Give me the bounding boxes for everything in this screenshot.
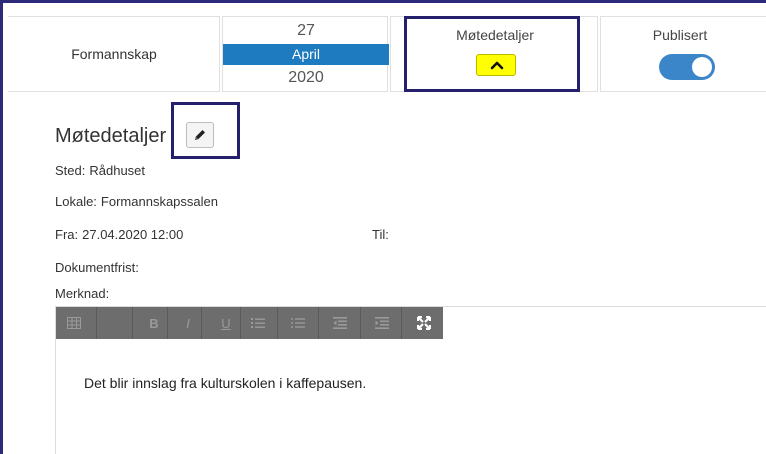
remark-field: Merknad: — [55, 286, 109, 301]
meeting-details-cell: Møtedetaljer — [390, 16, 598, 92]
room-label: Lokale: — [55, 194, 97, 209]
italic-icon[interactable]: I — [176, 307, 200, 339]
window-left-border — [0, 0, 3, 454]
bold-icon[interactable]: B — [142, 307, 166, 339]
document-deadline-label: Dokumentfrist: — [55, 260, 139, 275]
window-top-border — [0, 0, 766, 3]
toolbar-divider — [277, 307, 278, 339]
remark-editor[interactable]: B I U Det blir innslag fra kulturskolen … — [55, 306, 766, 454]
meeting-date-cell: 27 April 2020 — [222, 16, 389, 92]
fullscreen-icon[interactable] — [412, 307, 436, 339]
published-label: Publisert — [652, 27, 708, 43]
committee-cell: Formannskap — [8, 16, 220, 92]
meeting-header: Formannskap 27 April 2020 Møtedetaljer P… — [8, 16, 766, 94]
start-time-value: 27.04.2020 12:00 — [82, 227, 184, 242]
date-day: 27 — [297, 22, 315, 39]
remark-text: Det blir innslag fra kulturskolen i kaff… — [84, 375, 367, 391]
ordered-list-icon[interactable] — [246, 307, 270, 339]
end-time-label: Til: — [372, 227, 389, 242]
published-toggle[interactable] — [659, 54, 715, 80]
toggle-knob — [692, 57, 712, 77]
location-field: Sted: Rådhuset — [55, 163, 145, 178]
edit-details-button[interactable] — [186, 122, 214, 148]
committee-name: Formannskap — [71, 46, 157, 62]
toolbar-divider — [132, 307, 133, 339]
toolbar-divider — [167, 307, 168, 339]
published-cell: Publisert — [600, 16, 766, 92]
toolbar-divider — [96, 307, 97, 339]
date-month: April — [223, 44, 389, 65]
room-value: Formannskapssalen — [100, 194, 218, 209]
underline-icon[interactable]: U — [214, 307, 238, 339]
location-value: Rådhuset — [89, 163, 146, 178]
toolbar-divider — [401, 307, 402, 339]
date-year: 2020 — [288, 69, 324, 86]
toolbar-divider — [240, 307, 241, 339]
end-time-field: Til: — [372, 227, 393, 242]
chevron-up-icon — [490, 61, 504, 70]
meeting-details-label: Møtedetaljer — [456, 27, 534, 43]
start-time-label: Fra: — [55, 227, 79, 242]
start-time-field: Fra: 27.04.2020 12:00 — [55, 227, 183, 242]
indent-icon[interactable] — [370, 307, 394, 339]
location-label: Sted: — [55, 163, 86, 178]
unordered-list-icon[interactable] — [286, 307, 310, 339]
document-deadline-field: Dokumentfrist: — [55, 260, 143, 275]
room-field: Lokale: Formannskapssalen — [55, 194, 218, 209]
toolbar-divider — [360, 307, 361, 339]
remark-label: Merknad: — [55, 286, 110, 301]
collapse-details-button[interactable] — [476, 54, 516, 76]
toolbar-divider — [318, 307, 319, 339]
toolbar-divider — [201, 307, 202, 339]
details-section-title: Møtedetaljer — [55, 125, 167, 147]
table-icon[interactable] — [62, 307, 86, 339]
pencil-icon — [195, 130, 205, 140]
editor-toolbar: B I U — [56, 307, 443, 339]
outdent-icon[interactable] — [328, 307, 352, 339]
